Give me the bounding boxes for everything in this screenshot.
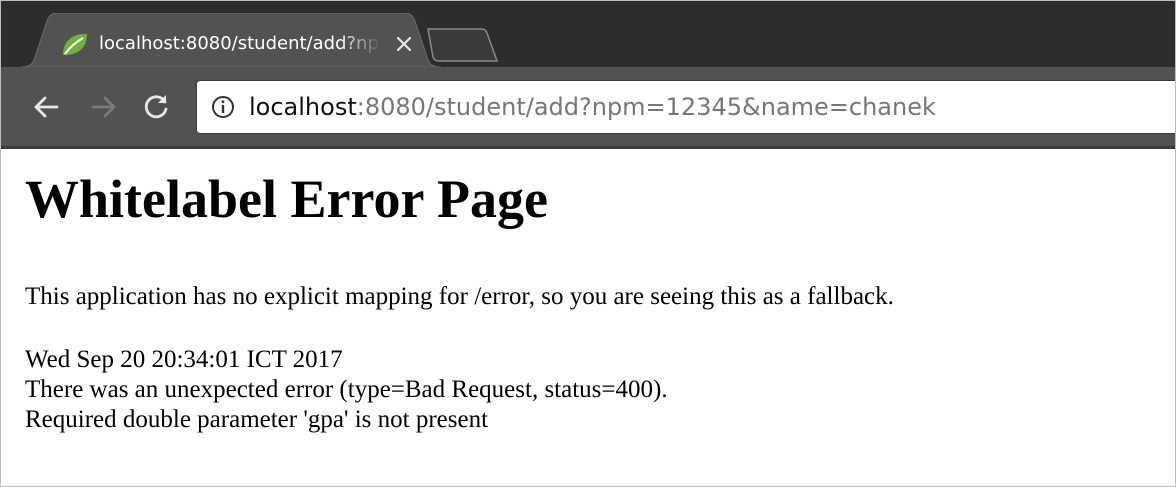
url-text[interactable]: localhost:8080/student/add?npm=12345&nam… <box>249 81 936 133</box>
tab-title: localhost:8080/student/add?npm=12345&nam… <box>99 33 381 54</box>
tab-strip: localhost:8080/student/add?npm=12345&nam… <box>1 1 1175 67</box>
spring-leaf-icon <box>61 31 89 57</box>
reload-icon[interactable] <box>141 92 171 122</box>
error-timestamp: Wed Sep 20 20:34:01 ICT 2017 <box>25 346 343 373</box>
forward-arrow-icon[interactable] <box>89 92 119 122</box>
toolbar-divider <box>1 146 1175 149</box>
error-status: There was an unexpected error (type=Bad … <box>25 376 668 403</box>
browser-tab[interactable]: localhost:8080/student/add?npm=12345&nam… <box>21 13 441 67</box>
close-icon[interactable] <box>393 33 415 55</box>
toolbar: localhost:8080/student/add?npm=12345&nam… <box>1 67 1175 147</box>
info-icon[interactable] <box>211 95 235 119</box>
error-message: This application has no explicit mapping… <box>25 283 894 310</box>
address-bar[interactable]: localhost:8080/student/add?npm=12345&nam… <box>197 81 1175 133</box>
url-path: :8080/student/add?npm=12345&name=chanek <box>356 93 936 121</box>
url-host: localhost <box>249 93 357 121</box>
error-detail: Required double parameter 'gpa' is not p… <box>25 406 489 433</box>
back-arrow-icon[interactable] <box>31 92 61 122</box>
new-tab-icon[interactable] <box>425 27 501 63</box>
browser-window: localhost:8080/student/add?npm=12345&nam… <box>0 0 1176 487</box>
page-title: Whitelabel Error Page <box>25 169 548 229</box>
